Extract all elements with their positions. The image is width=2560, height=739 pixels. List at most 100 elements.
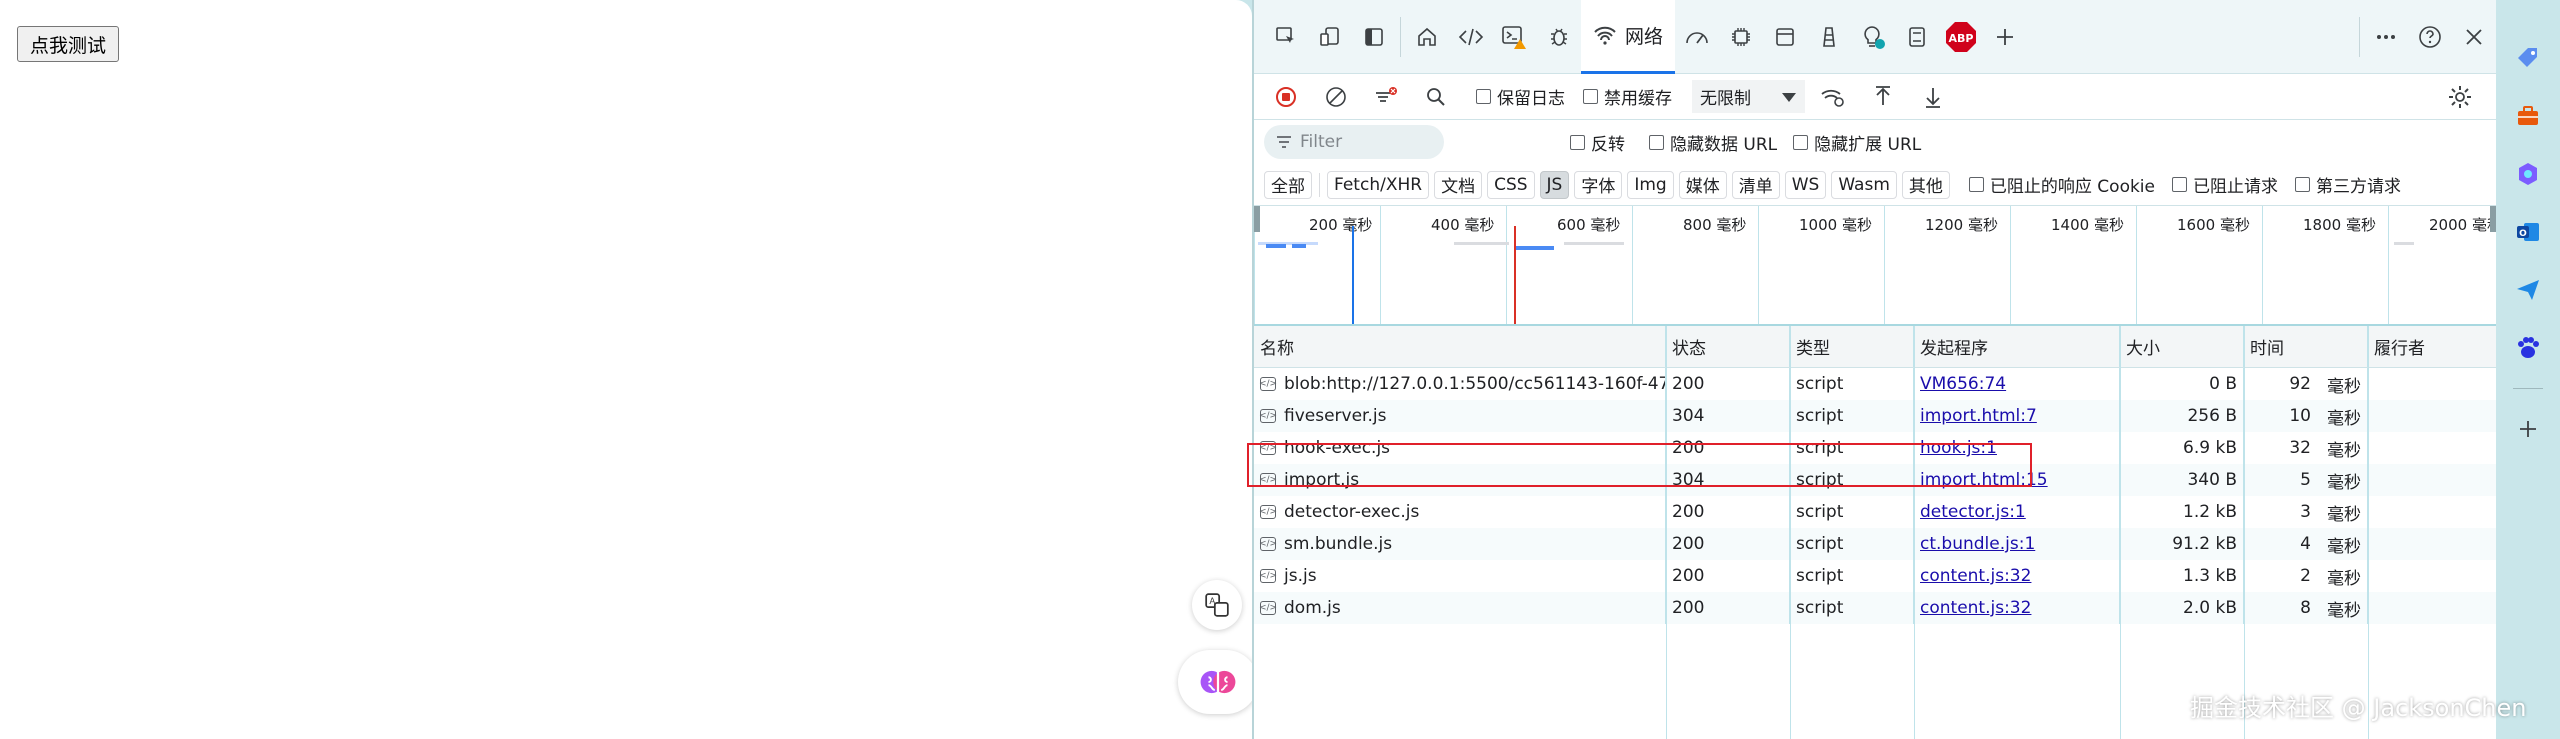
third-party-checkbox[interactable]: 第三方请求 xyxy=(2295,172,2401,197)
elements-code-icon[interactable] xyxy=(1449,15,1493,59)
initiator-link[interactable]: hook.js:1 xyxy=(1920,438,1997,458)
sources-bug-icon[interactable] xyxy=(1537,15,1581,59)
add-plus-icon[interactable] xyxy=(2510,411,2546,447)
type-filter-js[interactable]: JS xyxy=(1539,170,1570,199)
hide-extension-urls-checkbox[interactable]: 隐藏扩展 URL xyxy=(1793,130,1921,155)
network-conditions-icon[interactable] xyxy=(1811,75,1855,119)
checkbox-box[interactable] xyxy=(1583,89,1598,104)
type-filter-manifest[interactable]: 清单 xyxy=(1731,170,1780,199)
type-filter-other[interactable]: 其他 xyxy=(1901,170,1950,199)
dock-side-icon[interactable] xyxy=(1352,15,1396,59)
ai-assistant-float-button[interactable] xyxy=(1178,650,1258,714)
column-header-status[interactable]: 状态 xyxy=(1666,326,1790,367)
request-name-cell[interactable]: </> sm.bundle.js xyxy=(1254,528,1666,560)
send-paper-plane-icon[interactable] xyxy=(2510,272,2546,308)
request-name-cell[interactable]: </> blob:http://127.0.0.1:5500/cc561143-1… xyxy=(1254,368,1666,400)
checkbox-box[interactable] xyxy=(2295,177,2310,192)
request-name-cell[interactable]: </> dom.js xyxy=(1254,592,1666,624)
preserve-log-checkbox[interactable]: 保留日志 xyxy=(1476,84,1565,109)
request-name-cell[interactable]: </> fiveserver.js xyxy=(1254,400,1666,432)
translate-float-button[interactable]: A xyxy=(1192,580,1242,630)
table-row[interactable]: </> sm.bundle.js 200 script ct.bundle.js:1 91… xyxy=(1254,528,2496,560)
more-options-icon[interactable] xyxy=(2364,15,2408,59)
copilot-icon[interactable] xyxy=(2510,156,2546,192)
column-header-size[interactable]: 大小 xyxy=(2120,326,2244,367)
checkbox-box[interactable] xyxy=(2172,177,2187,192)
network-overview-timeline[interactable]: 200 毫秒 400 毫秒 600 毫秒 800 毫秒 1000 毫秒 1200… xyxy=(1254,206,2496,326)
toolbox-icon[interactable] xyxy=(2510,98,2546,134)
request-name-cell[interactable]: </> detector-exec.js xyxy=(1254,496,1666,528)
checkbox-box[interactable] xyxy=(1968,177,1984,192)
initiator-link[interactable]: content.js:32 xyxy=(1920,598,2031,618)
tag-icon[interactable] xyxy=(2510,40,2546,76)
close-icon[interactable] xyxy=(2452,15,2496,59)
type-filter-all[interactable]: 全部 xyxy=(1264,170,1312,199)
table-row[interactable]: </> import.js 304 script import.html:15 340 B… xyxy=(1254,464,2496,496)
export-har-icon[interactable] xyxy=(1911,75,1955,119)
overview-left-handle[interactable] xyxy=(1254,206,1260,232)
adblock-plus-icon[interactable]: ABP xyxy=(1939,15,1983,59)
column-header-fulfilled-by[interactable]: 履行者 xyxy=(2368,326,2494,367)
welcome-home-icon[interactable] xyxy=(1405,15,1449,59)
security-lighthouse-icon[interactable] xyxy=(1807,15,1851,59)
checkbox-box[interactable] xyxy=(1793,134,1809,150)
initiator-link[interactable]: import.html:7 xyxy=(1920,406,2037,426)
blocked-cookies-checkbox[interactable]: 已阻止的响应 Cookie xyxy=(1968,172,2155,197)
type-filter-doc[interactable]: 文档 xyxy=(1434,170,1483,199)
column-header-time[interactable]: 时间 xyxy=(2244,326,2368,367)
invert-checkbox[interactable]: 反转 xyxy=(1570,130,1625,155)
initiator-link[interactable]: ct.bundle.js:1 xyxy=(1920,534,2035,554)
recorder-clipboard-icon[interactable] xyxy=(1895,15,1939,59)
performance-gauge-icon[interactable] xyxy=(1675,15,1719,59)
table-row[interactable]: </> blob:http://127.0.0.1:5500/cc561143-1… xyxy=(1254,368,2496,400)
clear-icon[interactable] xyxy=(1314,75,1358,119)
test-button[interactable]: 点我测试 xyxy=(17,26,120,62)
initiator-link[interactable]: VM656:74 xyxy=(1920,374,2006,394)
filter-input[interactable]: Filter xyxy=(1264,125,1444,159)
type-filter-wasm[interactable]: Wasm xyxy=(1831,170,1897,199)
table-row[interactable]: </> js.js 200 script content.js:32 1.3 kB 2 毫秒 xyxy=(1254,560,2496,592)
request-name-cell[interactable]: </> import.js xyxy=(1254,464,1666,496)
filter-toggle-icon[interactable] xyxy=(1364,75,1408,119)
checkbox-box[interactable] xyxy=(1649,134,1664,150)
type-filter-img[interactable]: Img xyxy=(1627,170,1674,199)
baidu-paw-icon[interactable] xyxy=(2510,330,2546,366)
type-filter-fetch-xhr[interactable]: Fetch/XHR xyxy=(1327,170,1430,199)
record-stop-icon[interactable] xyxy=(1264,75,1308,119)
table-row[interactable]: </> hook-exec.js 200 script hook.js:1 6.9 kB 3… xyxy=(1254,432,2496,464)
table-row[interactable]: </> dom.js 200 script content.js:32 2.0 kB 8 毫秒 xyxy=(1254,592,2496,624)
memory-chip-icon[interactable] xyxy=(1719,15,1763,59)
column-header-initiator[interactable]: 发起程序 xyxy=(1914,326,2120,367)
application-panel-icon[interactable] xyxy=(1763,15,1807,59)
disable-cache-checkbox[interactable]: 禁用缓存 xyxy=(1583,84,1672,109)
settings-gear-icon[interactable] xyxy=(2438,75,2482,119)
search-icon[interactable] xyxy=(1414,75,1458,119)
initiator-link[interactable]: content.js:32 xyxy=(1920,566,2031,586)
type-filter-font[interactable]: 字体 xyxy=(1574,170,1623,199)
initiator-link[interactable]: import.html:15 xyxy=(1920,470,2048,490)
initiator-link[interactable]: detector.js:1 xyxy=(1920,502,2026,522)
type-filter-ws[interactable]: WS xyxy=(1784,170,1827,199)
hide-data-urls-checkbox[interactable]: 隐藏数据 URL xyxy=(1649,130,1777,155)
checkbox-box[interactable] xyxy=(1476,89,1491,104)
more-tools-plus-icon[interactable] xyxy=(1983,15,2027,59)
help-icon[interactable] xyxy=(2408,15,2452,59)
import-har-icon[interactable] xyxy=(1861,75,1905,119)
outlook-icon[interactable]: O xyxy=(2510,214,2546,250)
blocked-requests-checkbox[interactable]: 已阻止请求 xyxy=(2172,172,2278,197)
console-icon[interactable] xyxy=(1493,15,1537,59)
column-header-type[interactable]: 类型 xyxy=(1790,326,1914,367)
issues-lightbulb-icon[interactable] xyxy=(1851,15,1895,59)
checkbox-box[interactable] xyxy=(1570,134,1585,150)
table-row[interactable]: </> detector-exec.js 200 script detector.js:… xyxy=(1254,496,2496,528)
type-filter-css[interactable]: CSS xyxy=(1487,170,1535,199)
table-row[interactable]: </> fiveserver.js 304 script import.html:7 25… xyxy=(1254,400,2496,432)
throttling-select[interactable]: 无限制 xyxy=(1692,80,1805,113)
tab-network[interactable]: 网络 xyxy=(1581,0,1676,74)
device-emulation-icon[interactable] xyxy=(1308,15,1352,59)
type-filter-media[interactable]: 媒体 xyxy=(1678,170,1727,199)
request-name-cell[interactable]: </> js.js xyxy=(1254,560,1666,592)
column-header-name[interactable]: 名称 xyxy=(1254,326,1666,367)
inspect-element-icon[interactable] xyxy=(1264,15,1308,59)
request-name-cell[interactable]: </> hook-exec.js xyxy=(1254,432,1666,464)
